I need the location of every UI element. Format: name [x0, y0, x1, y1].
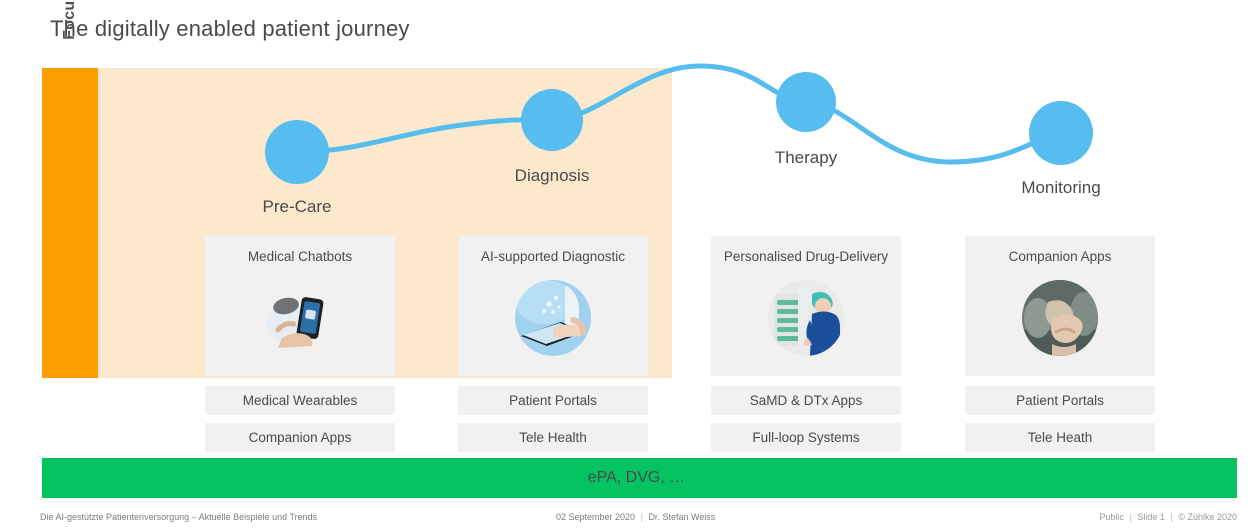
tag-chip[interactable]: Tele Health	[458, 423, 648, 452]
stage-label-therapy: Therapy	[774, 148, 838, 167]
nurse-drug-cart-photo	[768, 280, 844, 356]
footer-subtitle: Die AI-gestützte Patientenversorgung – A…	[40, 512, 318, 522]
tag-chip[interactable]: Tele Heath	[965, 423, 1155, 452]
focus-sidebar-label: Focus of this blog	[42, 0, 98, 124]
stage-label-monitoring: Monitoring	[1021, 178, 1101, 197]
doctor-tablet-photo	[515, 280, 591, 356]
regulatory-bar-label: ePA, DVG, …	[587, 469, 686, 486]
page-title: The digitally enabled patient journey	[50, 16, 410, 41]
solution-card[interactable]: Medical Chatbots	[205, 236, 395, 376]
card-title: Personalised Drug-Delivery	[723, 249, 889, 264]
footer-status: Public | Slide 1 | © Zühlke 2020	[1100, 512, 1237, 522]
card-title: AI-supported Diagnostic	[480, 249, 626, 264]
card-title: Medical Chatbots	[247, 249, 353, 264]
tag-chip[interactable]: Companion Apps	[205, 423, 395, 452]
tag-chip[interactable]: Medical Wearables	[205, 386, 395, 415]
solution-card[interactable]: Companion Apps	[965, 236, 1155, 376]
footer-separator: |	[1170, 512, 1173, 522]
footer-separator: |	[1129, 512, 1132, 522]
stage-label-pre-care: Pre-Care	[262, 197, 332, 216]
tag-chip[interactable]: Patient Portals	[458, 386, 648, 415]
tag-chip[interactable]: SaMD & DTx Apps	[711, 386, 901, 415]
footer-copyright: © Zühlke 2020	[1178, 512, 1237, 522]
tag-chip[interactable]: Full-loop Systems	[711, 423, 901, 452]
tag-chip[interactable]: Patient Portals	[965, 386, 1155, 415]
journey-node-monitoring	[1029, 101, 1093, 165]
card-title: Companion Apps	[1008, 249, 1112, 264]
solution-card[interactable]: Personalised Drug-Delivery	[711, 236, 901, 376]
stage-label-diagnosis: Diagnosis	[514, 166, 590, 185]
hand-holding-smartphone-photo	[262, 280, 338, 356]
footer-meta: 02 September 2020 | Dr. Stefan Weiss	[556, 512, 715, 522]
footer-author: Dr. Stefan Weiss	[648, 512, 716, 522]
journey-node-therapy	[776, 72, 836, 132]
footer-slide-number: Slide 1	[1137, 512, 1165, 522]
regulatory-bar: ePA, DVG, …	[42, 458, 1237, 498]
footer-separator: |	[640, 512, 643, 522]
footer-date: 02 September 2020	[556, 512, 636, 522]
footer-classification: Public	[1099, 512, 1125, 522]
hands-device-photo	[1022, 280, 1098, 356]
solution-card[interactable]: AI-supported Diagnostic	[458, 236, 648, 376]
